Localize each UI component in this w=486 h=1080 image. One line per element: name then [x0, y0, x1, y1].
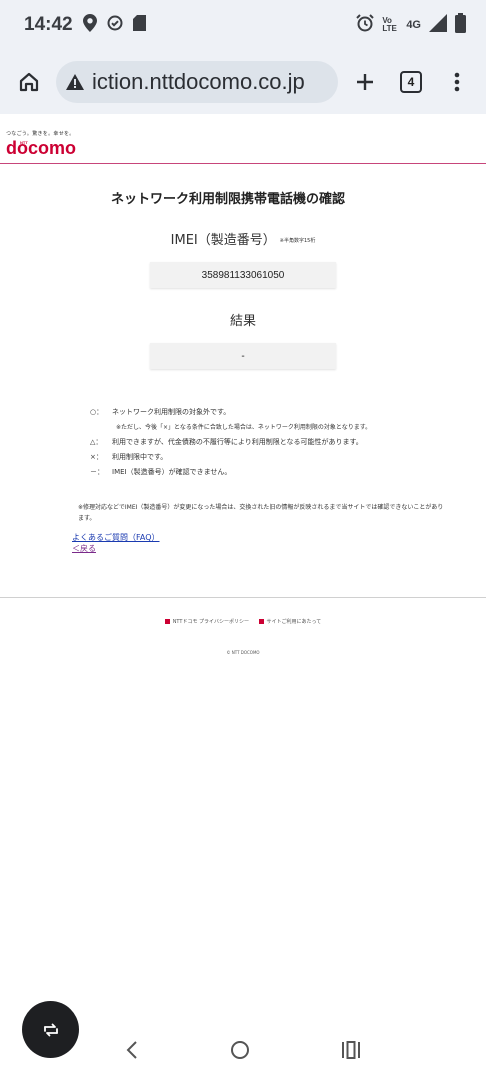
imei-note: ※半角数字15桁	[279, 238, 316, 244]
footnote: ※修理対応などでIMEI（製造番号）が変更になった場合は、交換された旧の情報が反…	[78, 504, 444, 522]
legend-item: ○： ネットワーク利用制限の対象外です。	[90, 408, 231, 416]
legend-item: ※ただし、今後「×」となる条件に合致した場合は、ネットワーク利用制限の対象となり…	[116, 424, 372, 431]
page-title: ネットワーク利用制限携帯電話機の確認	[110, 192, 345, 207]
browser-toolbar: iction.nttdocomo.co.jp 4	[0, 50, 486, 114]
clock: 14:42	[24, 14, 73, 35]
result-label: 結果	[229, 314, 256, 329]
chevron-left-icon	[126, 1041, 138, 1059]
arrow-icon	[164, 619, 170, 624]
home-nav-button[interactable]	[230, 1040, 250, 1064]
imei-label: IMEI（製造番号）	[170, 233, 276, 248]
alarm-icon	[356, 14, 375, 36]
footer-divider	[0, 597, 486, 598]
ntt-label: NTT	[20, 140, 28, 145]
sd-card-icon	[132, 15, 146, 35]
recents-nav-button[interactable]	[341, 1041, 361, 1063]
imei-field[interactable]: 358981133061050	[150, 262, 336, 288]
arrow-icon	[258, 619, 264, 624]
new-tab-button[interactable]	[346, 63, 384, 101]
home-icon	[19, 72, 39, 92]
terms-link[interactable]: サイトご利用にあたって	[258, 619, 321, 625]
imei-label-row: IMEI（製造番号） ※半角数字15桁	[0, 229, 486, 248]
check-circle-icon	[107, 15, 123, 35]
legend-item: ×： 利用制限中です。	[90, 453, 168, 461]
volte-icon: Vo LTE	[382, 16, 397, 33]
address-bar[interactable]: iction.nttdocomo.co.jp	[56, 61, 338, 103]
tagline: つなごう。驚きを。幸せを。	[6, 131, 75, 137]
links: よくあるご質問（FAQ） ＜戻る	[72, 532, 486, 554]
legend-item: △： 利用できますが、代金債務の不履行等により利用制限となる可能性があります。	[90, 438, 363, 446]
system-nav-bar	[0, 1024, 486, 1080]
location-icon	[82, 14, 97, 36]
copyright: © NTT DOCOMO	[226, 650, 260, 655]
legend-item: －： IMEI（製造番号）が確認できません。	[90, 468, 232, 476]
legend: ○： ネットワーク利用制限の対象外です。 ※ただし、今後「×」となる条件に合致した…	[90, 405, 486, 480]
docomo-logo[interactable]: NTT docomo	[6, 139, 486, 157]
circle-home-icon	[230, 1041, 249, 1059]
result-field: -	[150, 343, 336, 369]
footer-links: NTTドコモ プライバシーポリシー サイトご利用にあたって	[0, 618, 486, 625]
status-bar: 14:42 Vo LTE 4G	[0, 0, 486, 50]
back-nav-button[interactable]	[125, 1041, 139, 1063]
web-page: つなごう。驚きを。幸せを。 NTT docomo ネットワーク利用制限携帯電話機…	[0, 114, 486, 655]
tab-count: 4	[400, 71, 422, 93]
plus-icon	[357, 74, 373, 90]
recents-icon	[341, 1041, 360, 1059]
warning-icon[interactable]	[66, 74, 84, 90]
site-header: つなごう。驚きを。幸せを。 NTT docomo	[0, 114, 486, 164]
url-text[interactable]: iction.nttdocomo.co.jp	[92, 69, 305, 95]
privacy-link[interactable]: NTTドコモ プライバシーポリシー	[164, 619, 249, 625]
signal-icon	[429, 14, 447, 36]
menu-button[interactable]	[438, 63, 476, 101]
tab-switcher-button[interactable]: 4	[392, 63, 430, 101]
faq-link[interactable]: よくあるご質問（FAQ）	[72, 532, 486, 543]
battery-icon	[455, 13, 466, 37]
logo-text: docomo	[6, 138, 76, 158]
network-type: 4G	[406, 19, 421, 31]
home-button[interactable]	[10, 63, 48, 101]
more-vert-icon	[454, 72, 460, 92]
back-link[interactable]: ＜戻る	[72, 543, 486, 554]
